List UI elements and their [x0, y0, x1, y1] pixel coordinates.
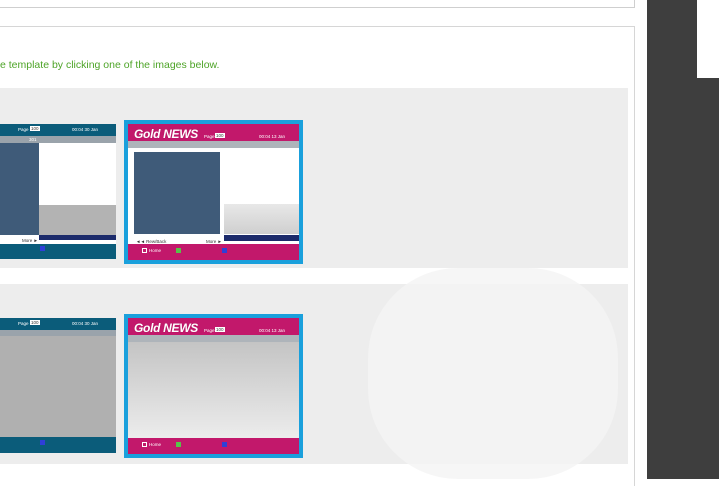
thumb-footer: Home	[128, 244, 299, 260]
template-thumbnail-3[interactable]: Page 100 00:04 30 Jan	[0, 318, 116, 453]
gold-news-logo: Gold NEWS	[134, 321, 198, 335]
sidebar-panel	[697, 0, 719, 78]
thumb-subheader: 301	[0, 136, 116, 143]
thumb-footer: Home	[128, 438, 299, 454]
thumb-header: Page 100 00:04 30 Jan	[0, 124, 116, 136]
thumb-subheader	[128, 335, 299, 342]
thumb-header: Gold NEWS Page 100 00:04 13 Jan	[128, 318, 299, 335]
background-shape	[368, 268, 618, 479]
top-panel	[0, 0, 635, 8]
thumb-subheader	[128, 141, 299, 148]
blue-key-icon	[40, 440, 45, 445]
blue-key-icon	[222, 248, 227, 253]
thumb-main-area	[0, 336, 116, 437]
template-thumbnail-2[interactable]: Gold NEWS Page 100 00:04 13 Jan ◄◄ Rew/B…	[124, 120, 303, 264]
instruction-text: e template by clicking one of the images…	[0, 59, 220, 71]
green-key-icon	[176, 442, 181, 447]
blue-key-icon	[222, 442, 227, 447]
red-key-icon	[142, 442, 147, 447]
blue-key-icon	[40, 246, 45, 251]
red-key-icon	[142, 248, 147, 253]
template-thumbnail-1[interactable]: Page 100 00:04 30 Jan 301 More ►	[0, 124, 116, 259]
thumb-gray-area	[224, 204, 299, 234]
thumb-gray-area	[39, 205, 116, 235]
gold-news-logo: Gold NEWS	[134, 127, 198, 141]
thumb-main-area	[134, 152, 220, 234]
thumb-footer	[0, 244, 116, 259]
thumb-header: Gold NEWS Page 100 00:04 13 Jan	[128, 124, 299, 141]
thumb-footer	[0, 437, 116, 453]
template-thumbnail-4[interactable]: Gold NEWS Page 100 00:04 13 Jan Home	[124, 314, 303, 458]
thumb-main-area	[128, 342, 299, 438]
green-key-icon	[176, 248, 181, 253]
thumb-main-area	[0, 143, 39, 235]
thumb-header: Page 100 00:04 30 Jan	[0, 318, 116, 330]
